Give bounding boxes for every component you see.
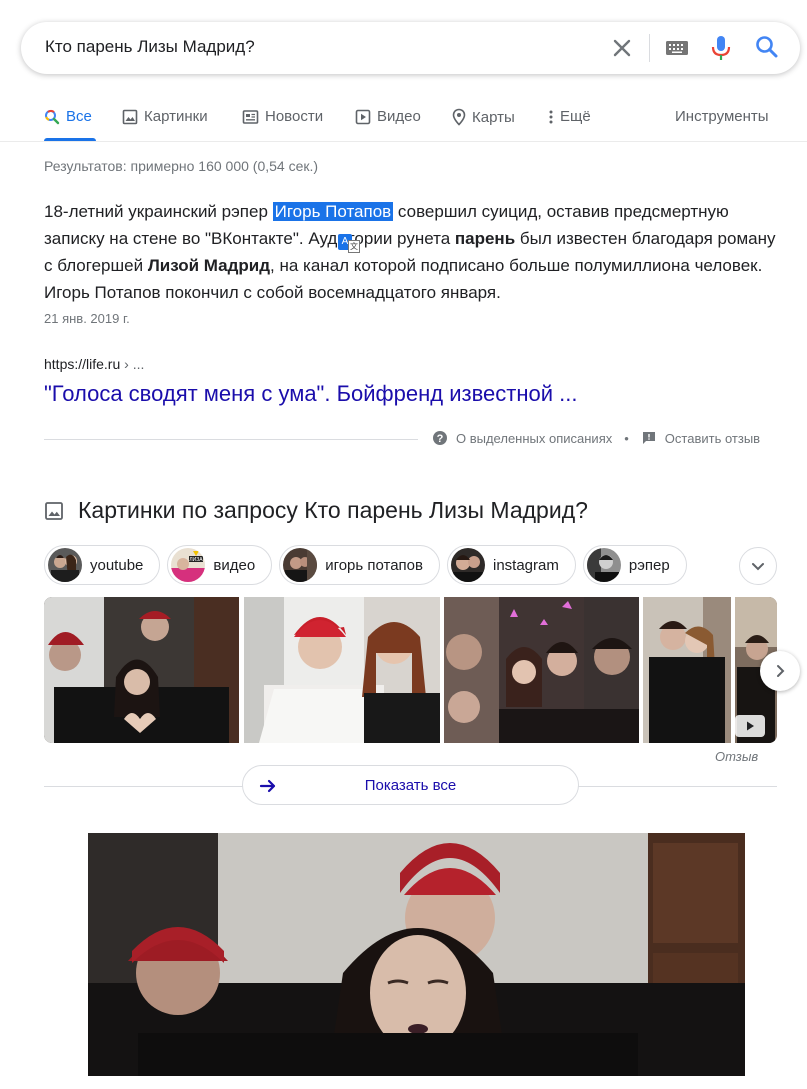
tab-more[interactable]: Ещё [548,108,591,125]
search-tabs: Все Картинки Новости Видео Карты Ещё Инс… [0,100,807,142]
source-url[interactable]: https://life.ru › ... [44,356,144,372]
tab-all[interactable]: Все [44,108,92,125]
news-icon [242,109,259,124]
active-tab-indicator [44,138,96,141]
image-strip [44,597,777,743]
tab-video[interactable]: Видео [355,108,421,125]
chip-label: рэпер [628,556,670,574]
play-icon [747,721,754,731]
close-icon [613,39,631,57]
source-breadcrumb: › ... [120,356,145,372]
microphone-icon [711,36,731,60]
result-stats: Результатов: примерно 160 000 (0,54 сек.… [44,158,319,174]
snippet-date: 21 янв. 2019 г. [44,311,130,326]
keyboard-button[interactable] [664,37,690,59]
tools-label: Инструменты [675,108,769,125]
feedback-icon [642,432,655,444]
chip-thumbnail [586,548,621,582]
about-featured-snippets-link[interactable]: ? О выделенных описаниях [432,430,612,446]
result-title-link[interactable]: "Голоса сводят меня с ума". Бойфренд изв… [44,381,577,407]
chevron-right-icon [777,665,785,677]
tools-button[interactable]: Инструменты [675,108,769,125]
arrow-right-icon [259,779,276,793]
voice-search-button[interactable] [709,34,733,62]
tab-images[interactable]: Картинки [122,108,208,125]
clear-search-button[interactable] [609,35,635,61]
image-strip-next-button[interactable] [760,651,800,691]
tab-label: Новости [265,108,324,125]
source-domain: https://life.ru [44,356,121,372]
show-all-images-button[interactable]: Показать все [242,765,579,805]
images-feedback-link[interactable]: Отзыв [715,749,758,764]
snippet-bold: Лизой Мадрид [147,256,271,275]
help-icon: ? [433,431,447,445]
play-icon [355,109,371,124]
image-thumbnail[interactable] [244,597,440,743]
chip-label: youtube [90,556,144,574]
chip-label: видео [213,556,256,574]
tab-label: Картинки [144,108,208,125]
images-section-title: Картинки по запросу Кто парень Лизы Мадр… [78,497,588,523]
search-bar-divider [649,34,650,62]
chip-thumbnail [48,548,82,582]
selected-text[interactable]: Игорь Потапов [272,202,394,221]
image-thumbnail[interactable] [44,597,239,743]
images-section-header: Картинки по запросу Кто парень Лизы Мадр… [44,497,588,524]
image-icon [45,501,63,520]
svg-text:ЛИЗА: ЛИЗА [190,557,204,563]
tab-label: Карты [472,108,515,126]
expand-chips-button[interactable] [739,547,777,585]
map-pin-icon [452,108,466,126]
tab-label: Видео [377,108,421,125]
svg-text:?: ? [437,433,444,445]
feedback-label: Оставить отзыв [664,430,761,446]
search-icon [756,36,778,58]
tab-label: Ещё [560,108,591,125]
image-filter-chips: youtube ЛИЗА видео игорь потапов instagr… [44,545,687,585]
snippet-divider [44,439,418,440]
translate-popup-icon-secondary[interactable]: 文 [348,240,360,253]
chevron-down-icon [752,563,764,571]
about-label: О выделенных описаниях [456,430,613,446]
chip-thumbnail [283,548,318,582]
featured-snippet-text: 18-летний украинский рэпер Игорь Потапов… [44,198,784,306]
snippet-bold: парень [454,229,516,248]
tab-news[interactable]: Новости [242,108,323,125]
chip-label: instagram [493,556,559,574]
image-icon [122,109,138,124]
image-thumbnail[interactable] [643,597,731,743]
chip-rapper[interactable]: рэпер [582,545,687,585]
search-icon [45,109,60,124]
chip-thumbnail [451,548,485,582]
featured-image[interactable] [88,833,745,1076]
chip-label: игорь потапов [325,556,423,574]
search-submit-button[interactable] [754,34,780,60]
image-thumbnail[interactable] [444,597,639,743]
chip-thumbnail: ЛИЗА [171,548,206,582]
leave-feedback-link[interactable]: Оставить отзыв [641,430,760,446]
search-bar[interactable]: Кто парень Лизы Мадрид? [21,22,800,74]
tab-maps[interactable]: Карты [452,108,515,126]
chip-video[interactable]: ЛИЗА видео [167,545,273,585]
chip-youtube[interactable]: youtube [44,545,161,585]
more-vert-icon [549,110,553,123]
snippet-footer: ? О выделенных описаниях • Оставить отзы… [432,430,760,446]
chip-igor-potapov[interactable]: игорь потапов [279,545,440,585]
show-all-label: Показать все [364,776,457,794]
tab-label: Все [66,108,92,125]
video-play-badge [735,715,765,737]
keyboard-icon [666,41,688,55]
chip-instagram[interactable]: instagram [447,545,576,585]
separator-dot: • [624,430,629,446]
snippet-text: 18-летний украинский рэпер [44,202,273,221]
search-input[interactable]: Кто парень Лизы Мадрид? [45,37,255,57]
